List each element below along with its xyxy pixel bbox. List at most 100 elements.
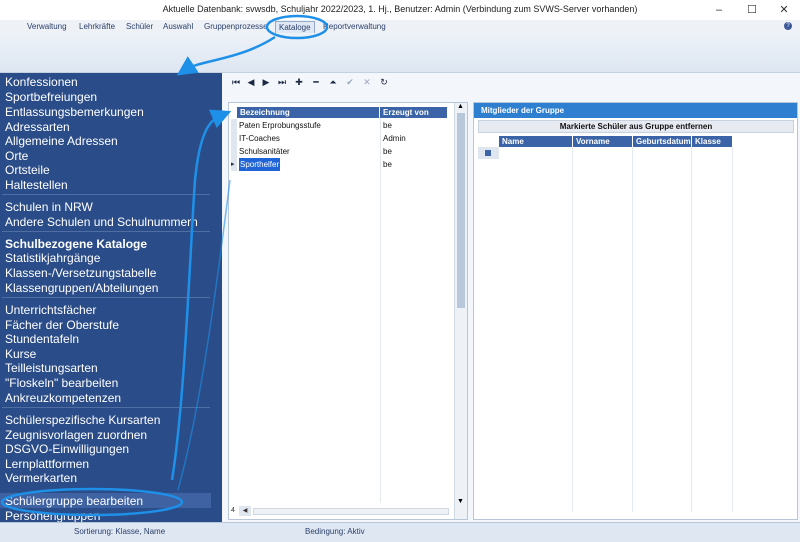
- sidebar-divider: [2, 194, 210, 195]
- sidebar-item-lernplattformen[interactable]: Lernplattformen: [5, 457, 89, 471]
- cell-erzeugt-von: be: [383, 121, 392, 130]
- sidebar-item-faecher-oberstufe[interactable]: Fächer der Oberstufe: [5, 318, 119, 332]
- cell-erzeugt-von: Admin: [383, 134, 406, 143]
- title-bar: Aktuelle Datenbank: svwsdb, Schuljahr 20…: [0, 0, 800, 20]
- column-divider: [732, 147, 733, 512]
- add-record-button[interactable]: ✚: [293, 76, 305, 89]
- sidebar-item-floskeln[interactable]: "Floskeln" bearbeiten: [5, 376, 118, 390]
- col-header-erzeugt-von[interactable]: Erzeugt von: [380, 107, 447, 118]
- sidebar-item-allgemeine-adressen[interactable]: Allgemeine Adressen: [5, 134, 118, 148]
- sidebar-divider: [2, 231, 210, 232]
- sidebar-item-stundentafeln[interactable]: Stundentafeln: [5, 332, 79, 346]
- sidebar-item-personengruppen[interactable]: Personengruppen: [5, 509, 100, 522]
- minimize-button[interactable]: –: [707, 2, 731, 18]
- menu-bar: Verwaltung Lehrkräfte Schüler Auswahl Gr…: [0, 20, 800, 34]
- column-divider: [632, 147, 633, 512]
- navigator-toolbar: ⏮ ◀ ▶ ⏭ ✚ ━ ⏶ ✔ ✕ ↻: [228, 74, 468, 92]
- column-divider: [691, 147, 692, 512]
- maximize-button[interactable]: ☐: [740, 2, 764, 18]
- delete-record-button[interactable]: ━: [310, 76, 322, 89]
- prev-record-button[interactable]: ◀: [245, 76, 257, 89]
- sidebar-item-ortsteile[interactable]: Ortsteile: [5, 163, 50, 177]
- menu-gruppenprozesse[interactable]: Gruppenprozesse: [204, 20, 268, 33]
- groups-grid-panel: Bezeichnung Erzeugt von Paten Erprobungs…: [228, 102, 468, 520]
- grid-horizontal-scrollbar[interactable]: [253, 508, 449, 515]
- sidebar-item-schulen-nrw[interactable]: Schulen in NRW: [5, 200, 93, 214]
- row-count: 4: [231, 507, 235, 514]
- sidebar-item-schuelergruppe-bearbeiten[interactable]: Schülergruppe bearbeiten: [5, 494, 143, 508]
- sidebar-divider: [2, 407, 210, 408]
- scroll-left-icon[interactable]: ◀: [239, 506, 251, 516]
- cell-bezeichnung[interactable]: Sporthelfer: [239, 158, 281, 171]
- sidebar-item-zeugnisvorlagen[interactable]: Zeugnisvorlagen zuordnen: [5, 428, 147, 442]
- grid-vertical-scrollbar[interactable]: ▲ ▼: [454, 103, 467, 519]
- col-header-geburtsdatum[interactable]: Geburtsdatum: [633, 136, 691, 147]
- first-record-button[interactable]: ⏮: [230, 76, 242, 89]
- row-indicator: [231, 119, 237, 132]
- status-bar: Sortierung: Klasse, Name Bedingung: Akti…: [0, 522, 800, 542]
- cell-bezeichnung: Schulsanitäter: [239, 147, 290, 156]
- next-record-button[interactable]: ▶: [260, 76, 272, 89]
- sidebar-item-haltestellen[interactable]: Haltestellen: [5, 178, 68, 192]
- post-record-button[interactable]: ✔: [344, 76, 356, 89]
- cell-bezeichnung: Paten Erprobungsstufe: [239, 121, 321, 130]
- help-icon[interactable]: ?: [784, 22, 792, 30]
- sidebar-item-kurse[interactable]: Kurse: [5, 347, 36, 361]
- scrollbar-thumb[interactable]: [457, 113, 465, 308]
- sidebar-item-ankreuzkompetenzen[interactable]: Ankreuzkompetenzen: [5, 391, 121, 405]
- refresh-button[interactable]: ↻: [378, 76, 390, 89]
- column-divider: [572, 147, 573, 512]
- sidebar-item-sportbefreiungen[interactable]: Sportbefreiungen: [5, 90, 97, 104]
- close-button[interactable]: ✕: [772, 2, 796, 18]
- col-header-bezeichnung[interactable]: Bezeichnung: [237, 107, 379, 118]
- table-row-selected[interactable]: ▸ Sporthelfer be: [231, 158, 453, 171]
- row-checkbox-icon: [485, 150, 491, 156]
- status-filter: Bedingung: Aktiv: [305, 527, 365, 536]
- cell-erzeugt-von: be: [383, 147, 392, 156]
- table-row[interactable]: Schulsanitäter be: [231, 145, 453, 158]
- members-panel-header: Mitglieder der Gruppe: [474, 103, 797, 118]
- sidebar-scrollbar[interactable]: [211, 73, 222, 522]
- scroll-down-icon[interactable]: ▼: [457, 498, 464, 505]
- row-indicator: ▸: [231, 158, 237, 171]
- cell-bezeichnung: IT-Coaches: [239, 134, 280, 143]
- status-sort: Sortierung: Klasse, Name: [74, 527, 166, 536]
- menu-reportverwaltung[interactable]: Reportverwaltung: [323, 20, 386, 33]
- sidebar-item-orte[interactable]: Orte: [5, 149, 28, 163]
- column-divider: [380, 118, 381, 503]
- col-header-name[interactable]: Name: [499, 136, 572, 147]
- edit-record-button[interactable]: ⏶: [327, 76, 339, 89]
- sidebar-item-klassen-versetzungstabelle[interactable]: Klassen-/Versetzungstabelle: [5, 266, 156, 280]
- sidebar-item-vermerkarten[interactable]: Vermerkarten: [5, 471, 77, 485]
- sidebar-item-konfessionen[interactable]: Konfessionen: [5, 75, 78, 89]
- table-row[interactable]: Paten Erprobungsstufe be: [231, 119, 453, 132]
- row-indicator: [231, 145, 237, 158]
- scroll-up-icon[interactable]: ▲: [457, 103, 464, 110]
- sidebar-item-unterrichtsfaecher[interactable]: Unterrichtsfächer: [5, 303, 96, 317]
- members-row-indicator[interactable]: [478, 147, 499, 159]
- sidebar-item-adressarten[interactable]: Adressarten: [5, 120, 70, 134]
- menu-lehrkraefte[interactable]: Lehrkräfte: [79, 20, 115, 33]
- sidebar-item-andere-schulen[interactable]: Andere Schulen und Schulnummern: [5, 215, 198, 229]
- table-row[interactable]: IT-Coaches Admin: [231, 132, 453, 145]
- sidebar-item-entlassungsbemerkungen[interactable]: Entlassungsbemerkungen: [5, 105, 144, 119]
- col-header-klasse[interactable]: Klasse: [692, 136, 732, 147]
- sidebar-item-kursarten[interactable]: Schülerspezifische Kursarten: [5, 413, 160, 427]
- col-header-vorname[interactable]: Vorname: [573, 136, 632, 147]
- sidebar-item-teilleistungsarten[interactable]: Teilleistungsarten: [5, 361, 98, 375]
- sidebar-item-statistikjahrgaenge[interactable]: Statistikjahrgänge: [5, 251, 100, 265]
- row-indicator: [231, 132, 237, 145]
- remove-selected-students-button[interactable]: Markierte Schüler aus Gruppe entfernen: [478, 120, 794, 133]
- sidebar-divider: [2, 297, 210, 298]
- menu-schueler[interactable]: Schüler: [126, 20, 153, 33]
- sidebar-heading-schulbezogene-kataloge[interactable]: Schulbezogene Kataloge: [5, 237, 147, 251]
- sidebar-item-klassengruppen[interactable]: Klassengruppen/Abteilungen: [5, 281, 158, 295]
- ribbon: [0, 33, 800, 73]
- menu-auswahl[interactable]: Auswahl: [163, 20, 193, 33]
- grid-footer: 4 ◀: [231, 506, 453, 517]
- menu-verwaltung[interactable]: Verwaltung: [27, 20, 67, 33]
- window-title: Aktuelle Datenbank: svwsdb, Schuljahr 20…: [162, 4, 638, 14]
- cancel-record-button[interactable]: ✕: [361, 76, 373, 89]
- sidebar-item-dsgvo[interactable]: DSGVO-Einwilligungen: [5, 442, 129, 456]
- last-record-button[interactable]: ⏭: [276, 76, 288, 89]
